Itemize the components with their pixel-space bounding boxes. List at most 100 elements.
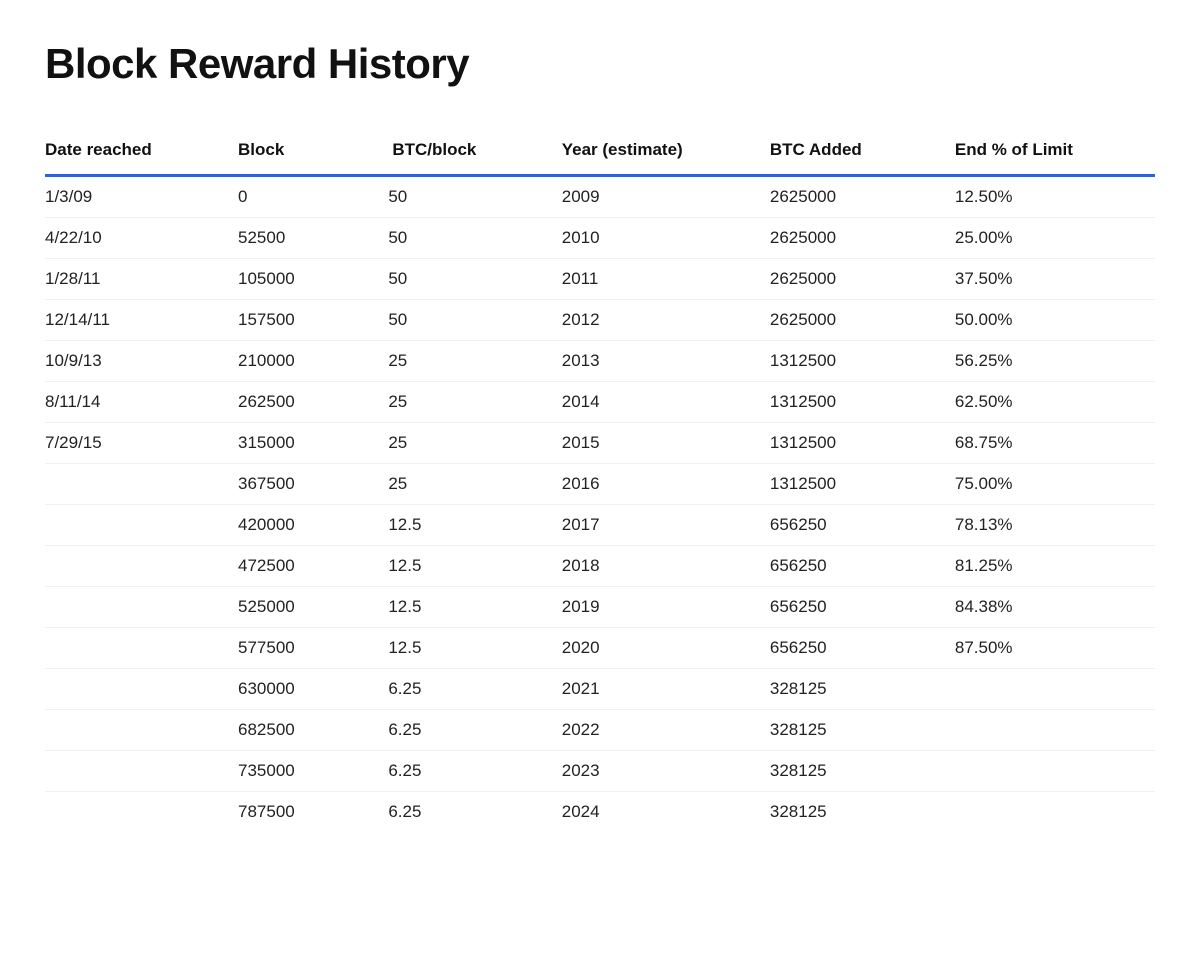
page-title: Block Reward History (45, 40, 1155, 88)
cell-year: 2014 (554, 382, 762, 423)
cell-btc-block: 6.25 (380, 669, 553, 710)
cell-btc-block: 50 (380, 300, 553, 341)
cell-btc-block: 6.25 (380, 792, 553, 833)
cell-year: 2023 (554, 751, 762, 792)
cell-btc-block: 25 (380, 464, 553, 505)
cell-block: 735000 (230, 751, 380, 792)
cell-end-limit: 78.13% (947, 505, 1155, 546)
cell-year: 2020 (554, 628, 762, 669)
cell-date: 7/29/15 (45, 423, 230, 464)
table-row: 1/28/11105000502011262500037.50% (45, 259, 1155, 300)
cell-date (45, 710, 230, 751)
cell-end-limit: 81.25% (947, 546, 1155, 587)
block-reward-table: Date reached Block BTC/block Year (estim… (45, 128, 1155, 832)
table-row: 7875006.252024328125 (45, 792, 1155, 833)
cell-year: 2021 (554, 669, 762, 710)
cell-btc-block: 50 (380, 218, 553, 259)
header-btc-added: BTC Added (762, 128, 947, 176)
header-date: Date reached (45, 128, 230, 176)
header-end-limit: End % of Limit (947, 128, 1155, 176)
cell-date: 1/3/09 (45, 176, 230, 218)
cell-block: 262500 (230, 382, 380, 423)
cell-end-limit (947, 751, 1155, 792)
cell-year: 2013 (554, 341, 762, 382)
cell-block: 105000 (230, 259, 380, 300)
cell-btc-added: 328125 (762, 710, 947, 751)
header-btc-block: BTC/block (380, 128, 553, 176)
table-row: 1/3/090502009262500012.50% (45, 176, 1155, 218)
cell-btc-added: 1312500 (762, 423, 947, 464)
cell-year: 2016 (554, 464, 762, 505)
cell-btc-block: 12.5 (380, 505, 553, 546)
table-row: 8/11/14262500252014131250062.50% (45, 382, 1155, 423)
cell-block: 577500 (230, 628, 380, 669)
cell-year: 2018 (554, 546, 762, 587)
cell-date: 1/28/11 (45, 259, 230, 300)
cell-end-limit: 50.00% (947, 300, 1155, 341)
cell-btc-added: 2625000 (762, 300, 947, 341)
table-row: 12/14/11157500502012262500050.00% (45, 300, 1155, 341)
cell-date: 4/22/10 (45, 218, 230, 259)
cell-btc-added: 1312500 (762, 341, 947, 382)
cell-block: 0 (230, 176, 380, 218)
cell-date (45, 792, 230, 833)
cell-date (45, 546, 230, 587)
cell-btc-block: 25 (380, 423, 553, 464)
cell-btc-added: 2625000 (762, 176, 947, 218)
table-row: 10/9/13210000252013131250056.25% (45, 341, 1155, 382)
cell-year: 2022 (554, 710, 762, 751)
cell-block: 315000 (230, 423, 380, 464)
cell-btc-block: 25 (380, 382, 553, 423)
cell-btc-added: 656250 (762, 628, 947, 669)
cell-year: 2015 (554, 423, 762, 464)
cell-btc-added: 1312500 (762, 464, 947, 505)
cell-end-limit (947, 792, 1155, 833)
cell-date (45, 505, 230, 546)
cell-end-limit: 84.38% (947, 587, 1155, 628)
table-row: 47250012.5201865625081.25% (45, 546, 1155, 587)
cell-btc-block: 12.5 (380, 587, 553, 628)
cell-btc-block: 6.25 (380, 710, 553, 751)
cell-date: 12/14/11 (45, 300, 230, 341)
cell-date: 8/11/14 (45, 382, 230, 423)
cell-btc-block: 12.5 (380, 546, 553, 587)
cell-date (45, 628, 230, 669)
cell-year: 2012 (554, 300, 762, 341)
cell-end-limit: 12.50% (947, 176, 1155, 218)
table-row: 42000012.5201765625078.13% (45, 505, 1155, 546)
table-row: 6825006.252022328125 (45, 710, 1155, 751)
cell-btc-block: 25 (380, 341, 553, 382)
cell-btc-added: 656250 (762, 505, 947, 546)
cell-year: 2024 (554, 792, 762, 833)
cell-end-limit: 87.50% (947, 628, 1155, 669)
table-row: 6300006.252021328125 (45, 669, 1155, 710)
cell-end-limit (947, 710, 1155, 751)
cell-end-limit: 75.00% (947, 464, 1155, 505)
cell-date: 10/9/13 (45, 341, 230, 382)
table-row: 52500012.5201965625084.38% (45, 587, 1155, 628)
cell-btc-block: 50 (380, 176, 553, 218)
cell-block: 210000 (230, 341, 380, 382)
header-block: Block (230, 128, 380, 176)
table-row: 367500252016131250075.00% (45, 464, 1155, 505)
table-header-row: Date reached Block BTC/block Year (estim… (45, 128, 1155, 176)
cell-btc-added: 656250 (762, 546, 947, 587)
cell-block: 367500 (230, 464, 380, 505)
cell-end-limit: 25.00% (947, 218, 1155, 259)
cell-end-limit: 37.50% (947, 259, 1155, 300)
table-row: 4/22/1052500502010262500025.00% (45, 218, 1155, 259)
cell-year: 2019 (554, 587, 762, 628)
cell-end-limit: 56.25% (947, 341, 1155, 382)
cell-btc-block: 6.25 (380, 751, 553, 792)
cell-block: 630000 (230, 669, 380, 710)
cell-end-limit (947, 669, 1155, 710)
cell-block: 682500 (230, 710, 380, 751)
cell-block: 157500 (230, 300, 380, 341)
cell-btc-added: 328125 (762, 669, 947, 710)
cell-btc-added: 328125 (762, 792, 947, 833)
cell-end-limit: 62.50% (947, 382, 1155, 423)
cell-btc-added: 656250 (762, 587, 947, 628)
cell-btc-added: 2625000 (762, 259, 947, 300)
table-row: 7350006.252023328125 (45, 751, 1155, 792)
table-row: 57750012.5202065625087.50% (45, 628, 1155, 669)
